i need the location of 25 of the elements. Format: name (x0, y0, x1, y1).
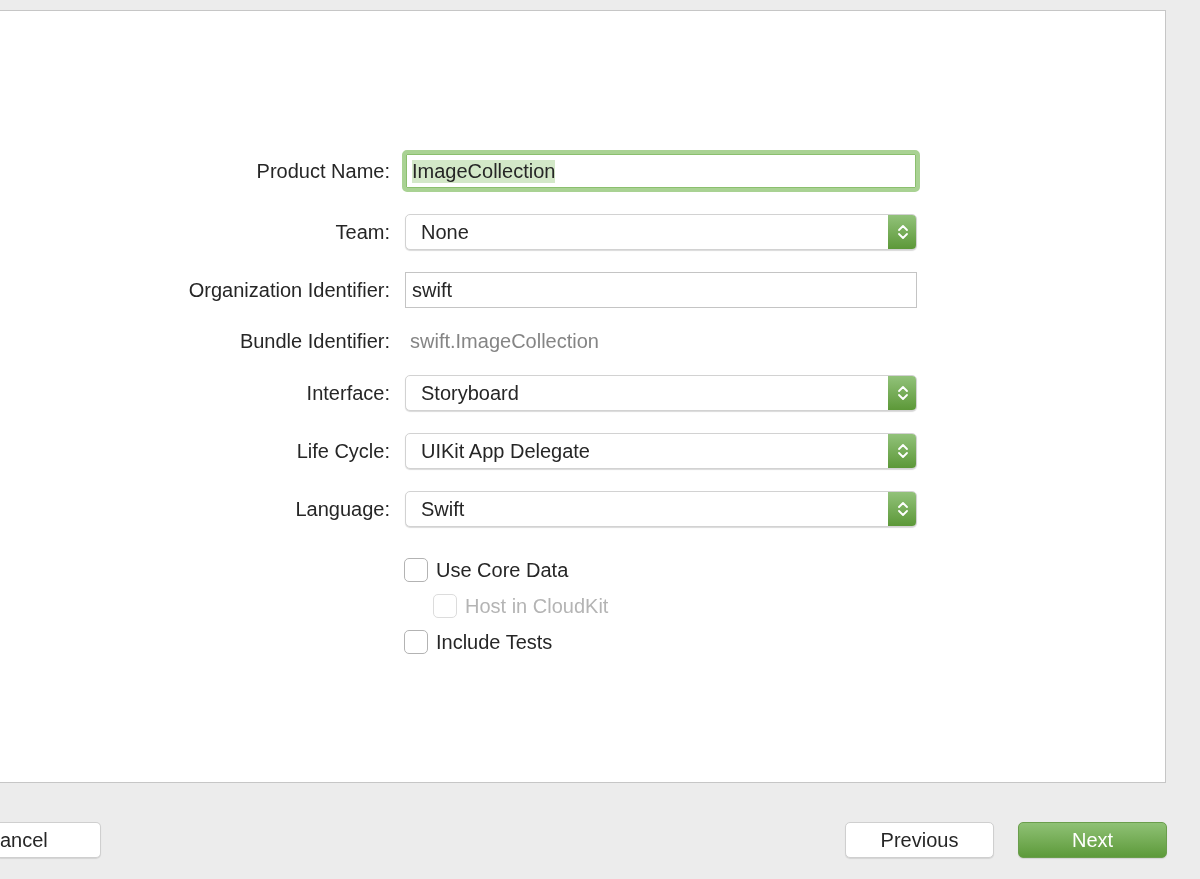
checkbox[interactable] (404, 558, 428, 582)
field-label: Language: (294, 497, 390, 521)
popup-button[interactable]: Swift (405, 491, 917, 527)
field-label: Bundle Identifier: (238, 330, 390, 353)
dialog-button[interactable]: Previous (845, 822, 994, 858)
checkbox[interactable] (404, 630, 428, 654)
checkbox-label: Include Tests (436, 630, 553, 654)
static-value: swift.ImageCollection (410, 330, 599, 353)
dialog-button[interactable]: ancel (0, 822, 101, 858)
text-field[interactable]: ImageCollection (402, 150, 920, 192)
field-label: Team: (334, 220, 390, 244)
popup-button[interactable]: Storyboard (405, 375, 917, 411)
chevron-up-down-icon (896, 223, 909, 241)
chevron-up-down-icon (896, 384, 909, 402)
field-label: Life Cycle: (295, 439, 390, 463)
popup-button[interactable]: None (405, 214, 917, 250)
field-label: Interface: (305, 381, 390, 405)
chevron-up-down-icon (896, 500, 909, 518)
checkbox-label: Use Core Data (436, 558, 569, 582)
text-field[interactable]: swift (405, 272, 917, 308)
field-label: Organization Identifier: (187, 278, 390, 302)
checkbox-label: Host in CloudKit (465, 594, 609, 618)
field-label: Product Name: (255, 159, 390, 183)
popup-button[interactable]: UIKit App Delegate (405, 433, 917, 469)
chevron-up-down-icon (896, 442, 909, 460)
